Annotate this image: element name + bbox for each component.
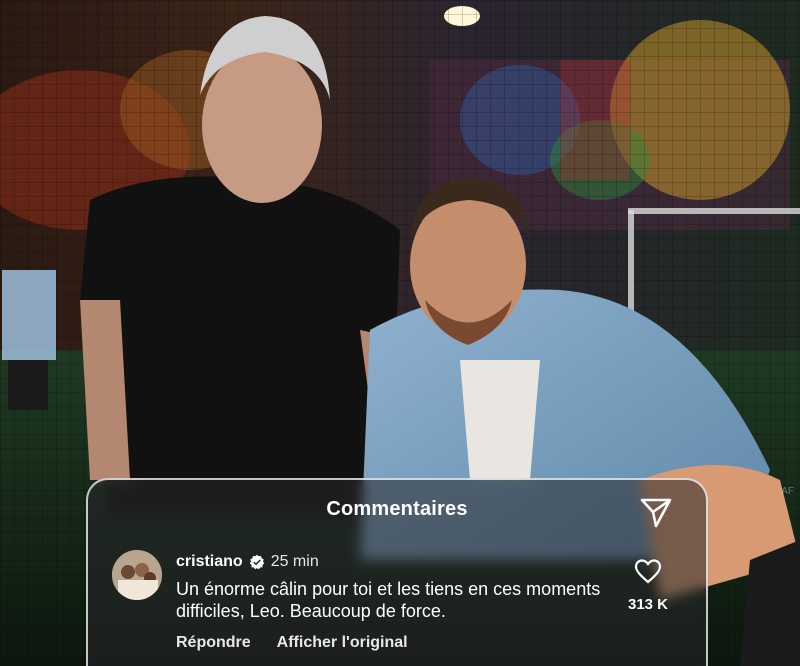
photo-watermark: AF	[781, 486, 794, 497]
comments-title: Commentaires	[326, 498, 468, 520]
comment-header: cristiano 25 min	[176, 553, 319, 571]
verified-badge-icon	[249, 554, 264, 570]
show-original-button[interactable]: Afficher l'original	[277, 634, 408, 652]
comment-actions: Répondre Afficher l'original	[176, 634, 408, 652]
like-group: 313 K	[618, 558, 678, 613]
comment-timestamp: 25 min	[270, 553, 319, 570]
comments-panel: Commentaires cristiano 25 min Un énorme …	[86, 478, 708, 666]
comment-item: cristiano 25 min Un énorme câlin pour to…	[112, 550, 686, 660]
like-count: 313 K	[627, 596, 669, 613]
send-paper-plane-icon[interactable]	[636, 492, 676, 532]
avatar-image	[112, 550, 162, 600]
avatar[interactable]	[112, 550, 162, 600]
heart-outline-icon[interactable]	[634, 558, 662, 584]
comment-username[interactable]: cristiano	[176, 553, 243, 571]
reply-button[interactable]: Répondre	[176, 634, 251, 652]
comment-text: Un énorme câlin pour toi et les tiens en…	[176, 579, 601, 621]
screen: AF Commentaires cristiano 25 min Un énor…	[0, 0, 800, 666]
